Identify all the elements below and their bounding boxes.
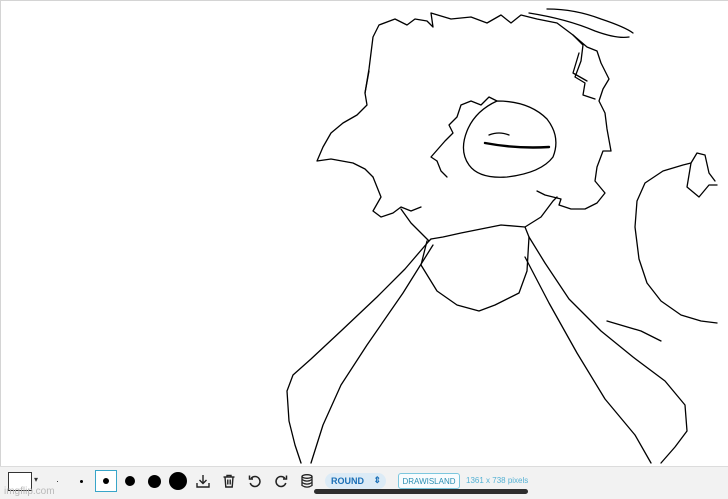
database-icon[interactable]: [297, 471, 317, 491]
canvas-size-text: 1361 x 738 pixels: [466, 476, 529, 485]
brush-size-10[interactable]: [119, 470, 141, 492]
imgflip-watermark: imgflip.com: [4, 486, 55, 497]
drawing-toolbar: ▾ ROUND ⇕ DRAWISLAND 1361 x 738 pixels i…: [0, 466, 728, 499]
redo-icon[interactable]: [271, 471, 291, 491]
line-cap-select[interactable]: ROUND ⇕: [325, 473, 386, 489]
select-chevron-icon: ⇕: [373, 475, 381, 485]
brush-size-13[interactable]: [143, 470, 165, 492]
horizontal-scrollbar[interactable]: [314, 489, 528, 494]
undo-icon[interactable]: [245, 471, 265, 491]
trash-icon[interactable]: [219, 471, 239, 491]
color-caret-icon[interactable]: ▾: [34, 475, 38, 485]
drawing-canvas[interactable]: [0, 0, 728, 466]
brush-size-18[interactable]: [167, 470, 189, 492]
brush-size-6[interactable]: [95, 470, 117, 492]
download-icon[interactable]: [193, 471, 213, 491]
line-cap-value: ROUND: [331, 476, 364, 486]
sketch-drawing: [286, 8, 718, 464]
drawisland-button[interactable]: DRAWISLAND: [398, 473, 460, 489]
brush-size-3[interactable]: [70, 470, 92, 492]
